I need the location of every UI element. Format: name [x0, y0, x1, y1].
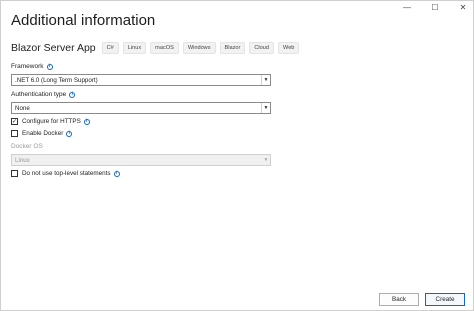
- docker-os-label: Docker OS: [11, 143, 43, 150]
- minimize-icon[interactable]: —: [399, 3, 415, 13]
- tag-cloud: Cloud: [249, 42, 275, 55]
- page-title: Additional information: [11, 12, 156, 29]
- info-icon[interactable]: i: [83, 118, 90, 125]
- chevron-down-icon: ▼: [263, 157, 269, 163]
- docker-checkbox[interactable]: [11, 130, 18, 137]
- template-name: Blazor Server App: [11, 42, 96, 55]
- tag-windows: Windows: [182, 42, 216, 55]
- framework-value: .NET 6.0 (Long Term Support): [15, 76, 98, 84]
- chevron-down-icon[interactable]: ▼: [261, 103, 270, 113]
- info-icon[interactable]: i: [46, 63, 53, 70]
- back-button[interactable]: Back: [379, 293, 419, 306]
- dialog-window: — ☐ ✕ Additional information Blazor Serv…: [0, 0, 474, 311]
- docker-os-value: Linux: [15, 156, 30, 164]
- authentication-value: None: [15, 104, 30, 112]
- docker-option[interactable]: Enable Docker i: [11, 130, 73, 137]
- maximize-icon[interactable]: ☐: [427, 3, 443, 13]
- tag-macos: macOS: [150, 42, 179, 55]
- tag-blazor: Blazor: [219, 42, 246, 55]
- authentication-label-row: Authentication type i: [11, 91, 76, 98]
- close-icon[interactable]: ✕: [455, 3, 471, 13]
- https-label: Configure for HTTPS: [22, 118, 81, 125]
- info-icon[interactable]: i: [66, 130, 73, 137]
- info-icon[interactable]: i: [69, 91, 76, 98]
- framework-label: Framework: [11, 63, 44, 70]
- create-button[interactable]: Create: [425, 293, 465, 306]
- chevron-down-icon[interactable]: ▼: [261, 75, 270, 85]
- tag-web: Web: [278, 42, 300, 55]
- template-header: Blazor Server App C# Linux macOS Windows…: [11, 42, 303, 55]
- info-icon[interactable]: i: [113, 170, 120, 177]
- top-level-option[interactable]: Do not use top-level statements i: [11, 170, 120, 177]
- framework-label-row: Framework i: [11, 63, 53, 70]
- authentication-select[interactable]: None ▼: [11, 102, 271, 114]
- framework-select[interactable]: .NET 6.0 (Long Term Support) ▼: [11, 74, 271, 86]
- top-level-checkbox[interactable]: [11, 170, 18, 177]
- window-controls: — ☐ ✕: [387, 3, 471, 13]
- top-level-label: Do not use top-level statements: [22, 170, 111, 177]
- tag-linux: Linux: [122, 42, 147, 55]
- authentication-label: Authentication type: [11, 91, 67, 98]
- https-option[interactable]: ✓ Configure for HTTPS i: [11, 118, 90, 125]
- docker-os-select: Linux ▼: [11, 154, 271, 166]
- https-checkbox[interactable]: ✓: [11, 118, 18, 125]
- tag-csharp: C#: [101, 42, 119, 55]
- docker-label: Enable Docker: [22, 130, 64, 137]
